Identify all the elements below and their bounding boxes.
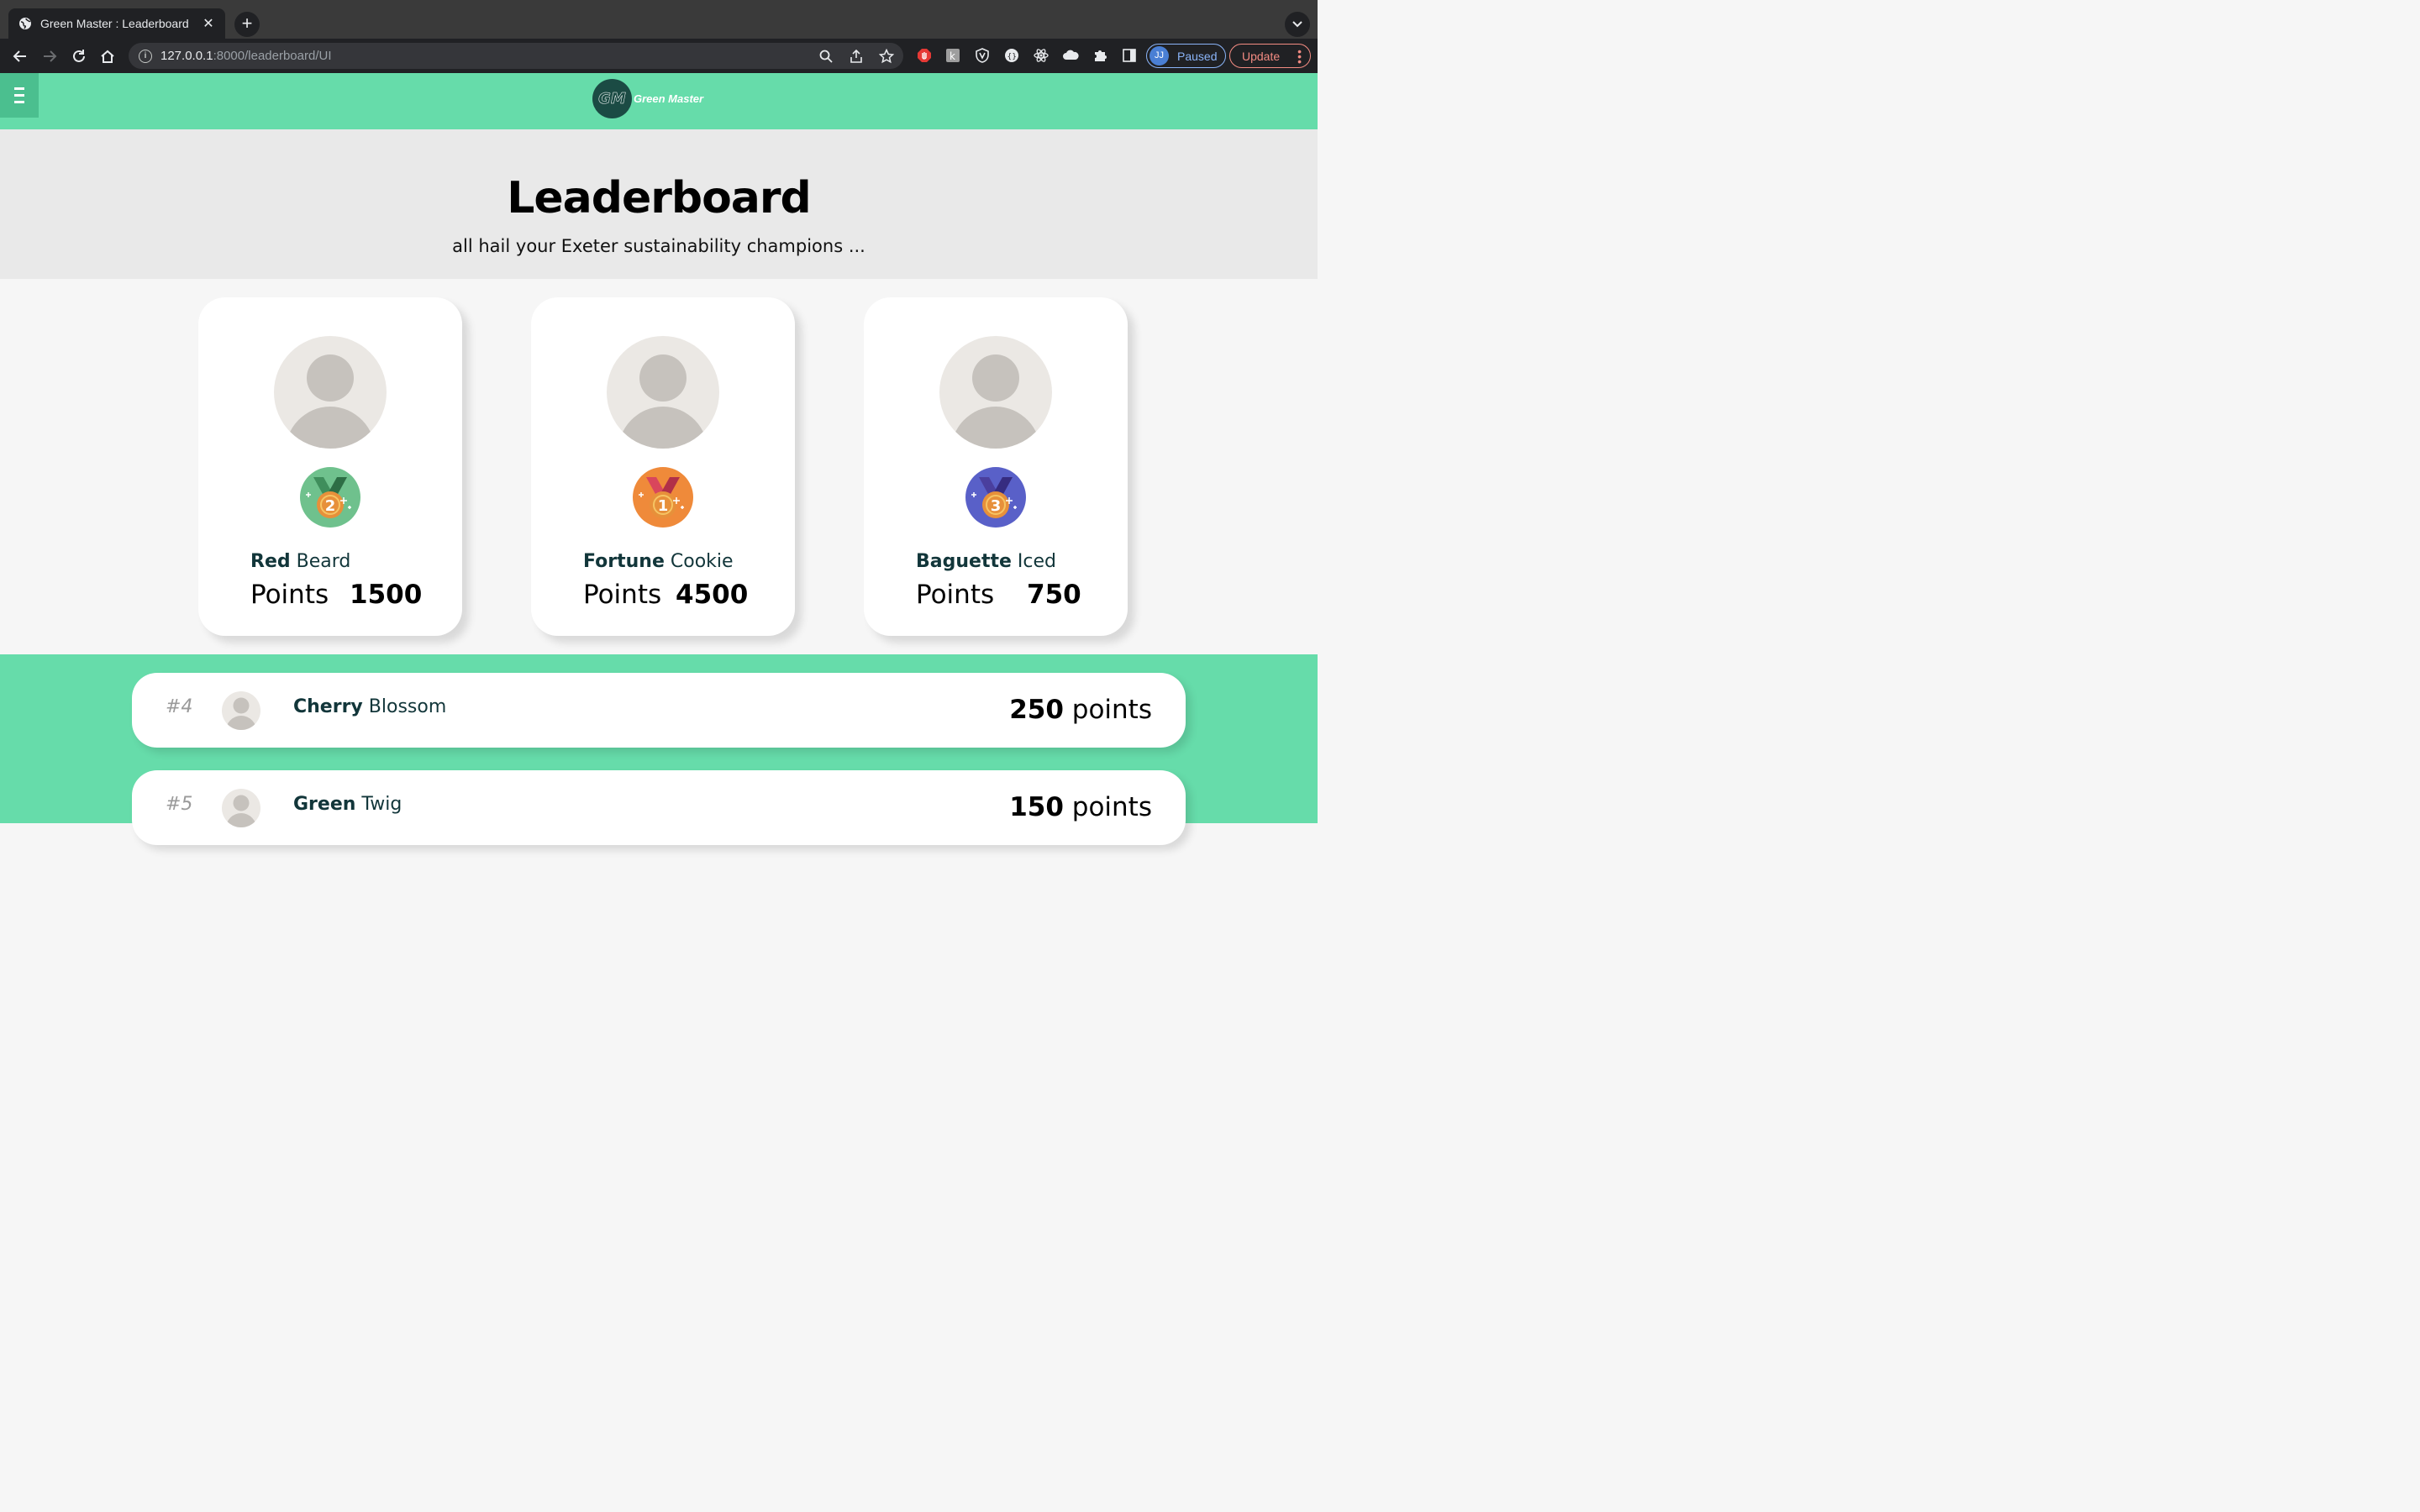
user-avatar-icon [939, 336, 1052, 449]
url-path: :8000/leaderboard/UI [213, 49, 332, 63]
points-label: Points [250, 580, 329, 610]
user-avatar-icon [222, 789, 260, 827]
hamburger-menu-button[interactable] [0, 73, 39, 118]
points-value: 1500 [350, 580, 423, 610]
share-icon[interactable] [848, 48, 865, 65]
url-host: 127.0.0.1 [160, 49, 213, 63]
leaderboard-list: #4 Cherry Blossom 250 points #5 Green Tw… [0, 654, 1318, 845]
row-name: Green Twig [293, 794, 402, 815]
back-button[interactable] [9, 45, 31, 67]
side-panel-icon[interactable] [1121, 47, 1138, 64]
medal-2-icon: 2 [300, 467, 360, 528]
browser-toolbar: i 127.0.0.1:8000/leaderboard/UI k {} JJ … [0, 39, 1318, 73]
podium-section: 2 Red Beard Points 1500 1 Fortune Cookie… [0, 279, 1318, 654]
adblock-extension-icon[interactable] [916, 47, 933, 64]
update-label: Update [1242, 49, 1281, 63]
avatar: JJ [1150, 46, 1169, 66]
podium-name: Red Beard [250, 551, 351, 572]
points-label: Points [583, 580, 662, 610]
update-button[interactable]: Update • • • [1229, 44, 1311, 68]
page-title: Leaderboard [507, 173, 812, 223]
more-vertical-icon[interactable]: • • • [1297, 45, 1302, 67]
points-label: Points [916, 580, 995, 610]
tab-strip: Green Master : Leaderboard ✕ + [0, 0, 1318, 39]
cloud-extension-icon[interactable] [1062, 47, 1079, 64]
site-header: GM Green Master [0, 73, 1318, 129]
list-item: #4 Cherry Blossom 250 points [132, 673, 1186, 748]
medal-1-icon: 1 [633, 467, 693, 528]
globe-icon [18, 17, 32, 30]
list-item: #5 Green Twig 150 points [132, 770, 1186, 845]
close-tab-icon[interactable]: ✕ [202, 15, 215, 32]
k-extension-icon[interactable]: k [944, 47, 961, 64]
row-name: Cherry Blossom [293, 696, 447, 717]
user-avatar-icon [607, 336, 719, 449]
row-points: 150 points [1009, 792, 1152, 822]
site-logo[interactable]: GM Green Master [592, 79, 703, 118]
podium-name: Baguette Iced [916, 551, 1056, 572]
podium-name: Fortune Cookie [583, 551, 734, 572]
code-extension-icon[interactable]: {} [1003, 47, 1020, 64]
svg-text:k: k [950, 50, 955, 62]
shield-extension-icon[interactable] [974, 47, 991, 64]
address-bar[interactable]: i 127.0.0.1:8000/leaderboard/UI [129, 43, 903, 69]
points-value: 4500 [676, 580, 749, 610]
chevron-down-icon [1292, 21, 1302, 28]
logo-badge: GM [592, 79, 632, 118]
svg-text:3: 3 [991, 497, 1002, 515]
page-subtitle: all hail your Exeter sustainability cham… [452, 236, 865, 256]
svg-text:2: 2 [325, 497, 336, 515]
zoom-search-icon[interactable] [818, 48, 834, 65]
tab-search-button[interactable] [1285, 12, 1310, 37]
tab-title: Green Master : Leaderboard [40, 17, 189, 30]
bookmark-star-icon[interactable] [878, 48, 895, 65]
reload-button[interactable] [68, 45, 90, 67]
svg-text:1: 1 [658, 497, 669, 515]
podium-card-second: 2 Red Beard Points 1500 [198, 297, 462, 636]
profile-status: Paused [1177, 49, 1218, 63]
react-devtools-icon[interactable] [1033, 47, 1050, 64]
arrow-right-icon [44, 50, 57, 62]
home-button[interactable] [97, 45, 118, 67]
row-points: 250 points [1009, 695, 1152, 725]
medal-3-icon: 3 [965, 467, 1026, 528]
browser-tab[interactable]: Green Master : Leaderboard ✕ [8, 8, 225, 39]
home-icon [101, 50, 114, 63]
arrow-left-icon [13, 50, 26, 62]
site-info-icon[interactable]: i [139, 49, 152, 63]
new-tab-button[interactable]: + [234, 12, 260, 37]
points-value: 750 [1027, 580, 1081, 610]
puzzle-extensions-icon[interactable] [1092, 47, 1108, 64]
logo-text: Green Master [634, 92, 704, 105]
rank-label: #4 [166, 696, 193, 717]
user-avatar-icon [222, 691, 260, 730]
podium-card-first: 1 Fortune Cookie Points 4500 [531, 297, 795, 636]
reload-icon [73, 50, 85, 62]
hamburger-icon [14, 87, 24, 90]
profile-button[interactable]: JJ Paused [1146, 44, 1226, 68]
hero-section: Leaderboard all hail your Exeter sustain… [0, 129, 1318, 279]
forward-button[interactable] [39, 45, 60, 67]
rank-label: #5 [166, 794, 193, 815]
podium-card-third: 3 Baguette Iced Points 750 [864, 297, 1128, 636]
user-avatar-icon [274, 336, 387, 449]
svg-text:{}: {} [1007, 53, 1017, 61]
